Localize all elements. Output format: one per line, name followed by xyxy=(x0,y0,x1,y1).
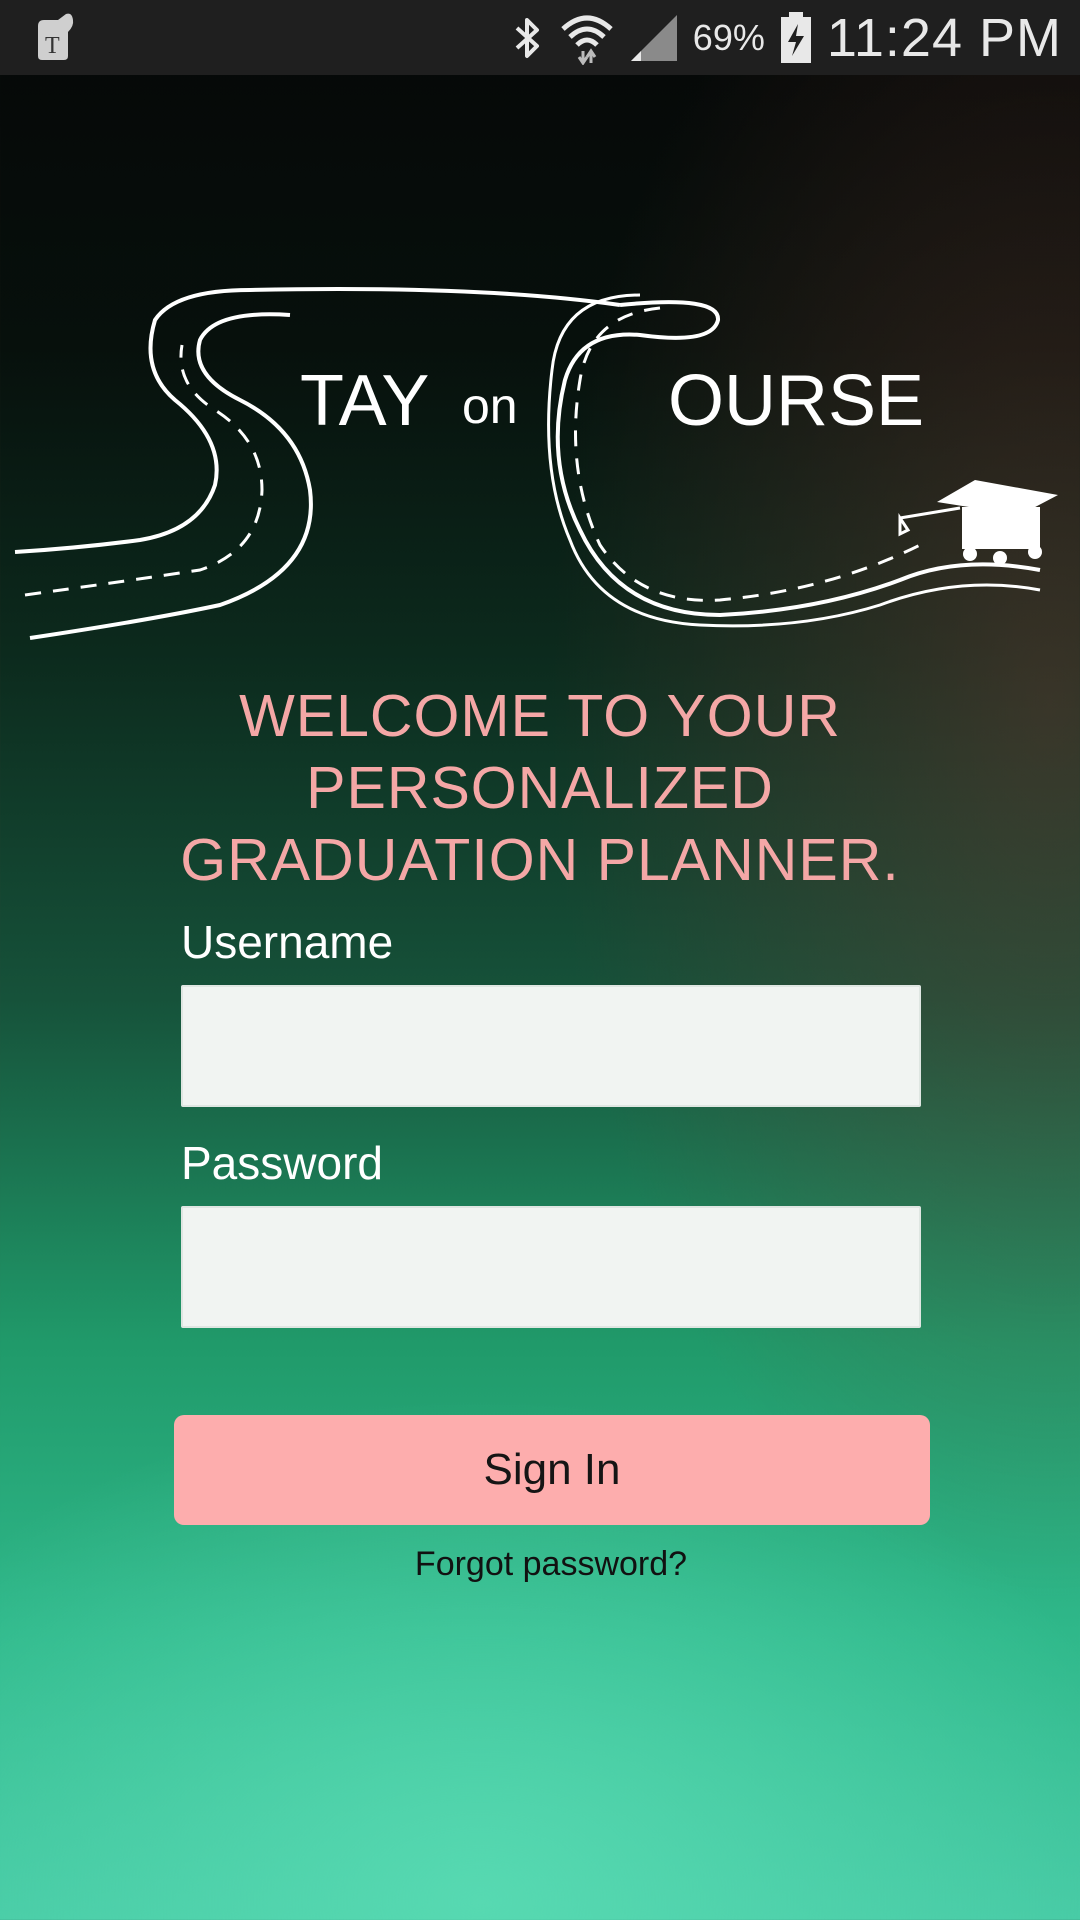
wifi-icon xyxy=(561,15,613,65)
battery-charging-icon xyxy=(780,11,811,63)
cell-signal-icon xyxy=(630,14,677,61)
password-input[interactable] xyxy=(181,1206,921,1328)
sign-in-button[interactable]: Sign In xyxy=(174,1415,930,1525)
logo-text-course: OURSE xyxy=(668,361,924,441)
bluetooth-icon xyxy=(515,17,539,58)
password-label: Password xyxy=(181,1137,383,1189)
carrier-app-icon: T xyxy=(38,13,74,61)
status-bar: T 69% 11:24 PM xyxy=(0,0,1080,75)
forgot-password-link[interactable]: Forgot password? xyxy=(0,1545,1080,1584)
username-label: Username xyxy=(181,916,394,968)
logo-text-on: on xyxy=(462,378,518,434)
welcome-heading: WELCOME TO YOUR PERSONALIZED GRADUATION … xyxy=(0,680,1080,896)
welcome-line-1: WELCOME TO YOUR PERSONALIZED xyxy=(239,683,841,821)
welcome-line-2: GRADUATION PLANNER. xyxy=(180,827,900,893)
username-input[interactable] xyxy=(181,985,921,1107)
svg-text:T: T xyxy=(45,33,60,59)
sign-in-label: Sign In xyxy=(483,1445,621,1494)
logo-text-stay: TAY xyxy=(300,361,429,441)
graduation-cap-icon xyxy=(898,480,1058,565)
stay-on-course-logo: TAY on OURSE xyxy=(14,287,1058,640)
battery-percent: 69% xyxy=(692,16,765,58)
status-time: 11:24 PM xyxy=(826,7,1062,68)
